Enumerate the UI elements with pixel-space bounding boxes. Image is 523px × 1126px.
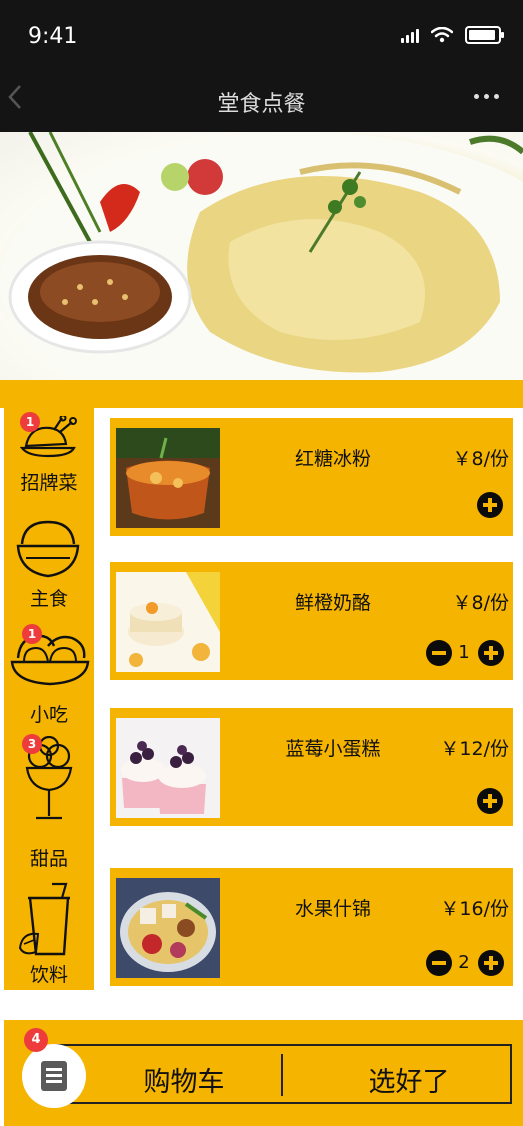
item-name: 水果什锦 (294, 898, 371, 920)
category-sidebar: 1 招牌菜 主食 1 小吃 3 甜品 饮料 (4, 408, 94, 990)
category-item[interactable]: 饮料 (4, 880, 94, 990)
item-image (116, 718, 220, 818)
category-label: 招牌菜 (20, 472, 78, 494)
nav-bar: 堂食点餐 (0, 64, 523, 132)
hero-dish-image (0, 132, 523, 380)
category-badge: 1 (20, 412, 40, 432)
item-quantity: 2 (458, 952, 470, 973)
list-icon (41, 1061, 67, 1091)
remove-item-button[interactable] (426, 950, 452, 976)
category-item[interactable]: 1 招牌菜 (4, 408, 94, 518)
cart-badge: 4 (24, 1028, 48, 1052)
drink-cup-icon (18, 882, 70, 956)
category-badge: 3 (22, 734, 42, 754)
item-image (116, 572, 220, 672)
menu-item[interactable]: 水果什锦 ￥16/份 2 (110, 868, 513, 986)
rice-bowl-icon (16, 520, 80, 578)
item-name: 红糖冰粉 (294, 448, 371, 470)
category-badge: 1 (22, 624, 42, 644)
item-price: ￥12/份 (440, 738, 509, 760)
category-label: 饮料 (29, 964, 68, 986)
category-item[interactable]: 1 小吃 (4, 622, 94, 732)
menu-item[interactable]: 红糖冰粉 ￥8/份 (110, 418, 513, 536)
status-icons (401, 26, 504, 44)
item-name: 蓝莓小蛋糕 (285, 738, 381, 760)
wifi-icon (431, 27, 453, 43)
category-item[interactable]: 3 甜品 (4, 734, 94, 874)
item-price: ￥8/份 (452, 448, 510, 470)
menu-item[interactable]: 鲜橙奶酪 ￥8/份 1 (110, 562, 513, 680)
item-name: 鲜橙奶酪 (294, 592, 371, 614)
category-label: 主食 (29, 588, 68, 610)
cart-label[interactable]: 购物车 (114, 1060, 254, 1099)
checkout-button[interactable]: 选好了 (334, 1060, 484, 1099)
item-price: ￥8/份 (452, 592, 510, 614)
add-item-button[interactable] (477, 788, 503, 814)
status-bar: 9:41 (0, 0, 523, 64)
category-label: 甜品 (29, 848, 68, 870)
cart-divider (281, 1054, 283, 1096)
cart-bar: 4 购物车 选好了 (4, 1020, 523, 1126)
add-item-button[interactable] (477, 492, 503, 518)
category-item[interactable]: 主食 (4, 518, 94, 618)
more-icon[interactable] (474, 94, 499, 99)
section-band (0, 380, 523, 408)
item-quantity: 1 (458, 642, 470, 663)
category-label: 小吃 (29, 704, 68, 726)
item-image (116, 878, 220, 978)
battery-icon (465, 26, 504, 44)
item-price: ￥16/份 (440, 898, 509, 920)
menu-item[interactable]: 蓝莓小蛋糕 ￥12/份 (110, 708, 513, 826)
status-time: 9:41 (28, 24, 78, 49)
page-title: 堂食点餐 (217, 92, 306, 117)
remove-item-button[interactable] (426, 640, 452, 666)
item-image (116, 428, 220, 528)
add-item-button[interactable] (478, 640, 504, 666)
cart-button[interactable] (22, 1044, 86, 1108)
add-item-button[interactable] (478, 950, 504, 976)
signal-icon (401, 27, 419, 43)
